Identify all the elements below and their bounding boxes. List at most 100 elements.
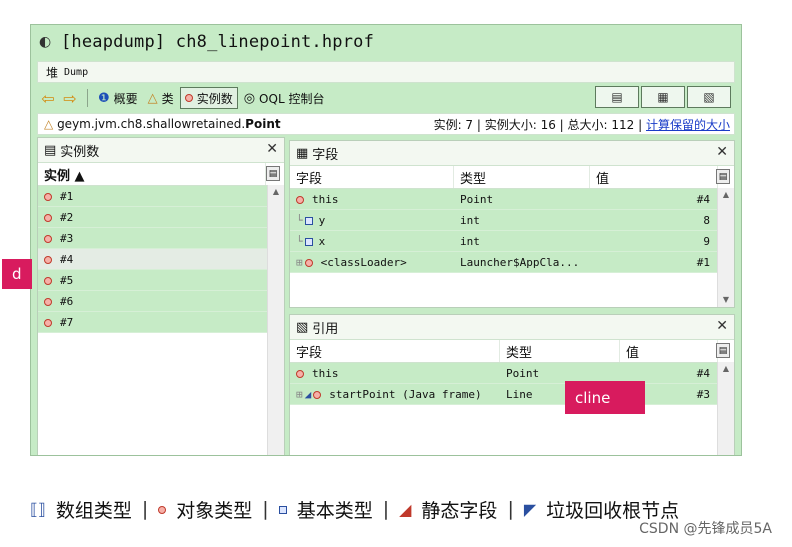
scroll-up-icon[interactable]: ▲: [718, 188, 734, 202]
back-arrow-icon[interactable]: ⇦: [37, 87, 59, 109]
instances-panel-icon: ▤: [44, 142, 57, 158]
legend-divider: |: [262, 498, 269, 520]
close-icon[interactable]: ✕: [716, 318, 728, 334]
type-column[interactable]: 类型: [500, 340, 620, 362]
instances-panel-header: ▤ 实例数 ✕: [38, 138, 284, 163]
fields-column-header: 字段 类型 值 ▤: [290, 166, 734, 189]
view-instances-icon[interactable]: ▤: [595, 86, 639, 108]
value-column[interactable]: 值: [590, 166, 718, 188]
gc-root-icon: ◢: [304, 387, 312, 401]
instance-row[interactable]: #5: [38, 270, 268, 291]
summary-label: 概要: [113, 91, 138, 106]
legend-divider: |: [141, 498, 149, 520]
references-list: this Point #4 ⊞ ◢ startPoint (Java frame) …: [290, 363, 718, 405]
instances-panel: ▤ 实例数 ✕ 实例 ▲ ▤ #1 #2 #3 #4 #5 #6 #7 ▲: [37, 137, 285, 455]
column-chooser-icon[interactable]: ▤: [716, 169, 730, 184]
fields-list: this Point #4 └ y int 8 └ x int 9 ⊞ <classL…: [290, 189, 718, 273]
instance-row[interactable]: #2: [38, 207, 268, 228]
fields-scrollbar[interactable]: ▲ ▼: [717, 188, 734, 307]
reference-row[interactable]: ⊞ ◢ startPoint (Java frame) Line #3: [290, 384, 718, 405]
legend-primitive: 基本类型: [278, 496, 373, 523]
instances-button[interactable]: 实例数: [179, 87, 238, 109]
field-column[interactable]: 字段: [290, 340, 500, 362]
field-row[interactable]: ⊞ <classLoader> Launcher$AppCla... #1: [290, 252, 718, 273]
classes-button[interactable]: △ 类: [144, 87, 178, 109]
scroll-up-icon[interactable]: ▲: [718, 362, 734, 376]
instances-list: #1 #2 #3 #4 #5 #6 #7: [38, 186, 268, 333]
field-row[interactable]: └ y int 8: [290, 210, 718, 231]
classes-label: 类: [161, 91, 174, 106]
value-column[interactable]: 值: [620, 340, 718, 362]
heap-label: 堆: [46, 65, 59, 80]
object-icon: [313, 390, 322, 399]
instance-icon: [184, 91, 193, 106]
legend-static-field: ◢ 静态字段: [399, 499, 498, 522]
primitive-icon: [304, 237, 313, 246]
fields-panel: ▦ 字段 ✕ 字段 类型 值 ▤ this Point #4 └ y int 8 …: [289, 140, 735, 308]
oql-console-button[interactable]: ◎ OQL 控制台: [240, 87, 329, 109]
expand-icon[interactable]: ⊞: [296, 388, 303, 401]
toolbar-divider: [87, 89, 88, 107]
primitive-icon: [304, 216, 313, 225]
legend-array: ⟦⟧ 数组类型: [30, 499, 132, 522]
instances-column-header[interactable]: 实例 ▲ ▤: [38, 163, 284, 186]
instance-column[interactable]: 实例 ▲: [38, 163, 266, 185]
legend-object: 对象类型: [158, 496, 252, 523]
object-icon: [44, 297, 52, 306]
instances-panel-title: 实例数: [60, 144, 100, 160]
class-info-bar: △ geym.jvm.ch8.shallowretained.Point 实例:…: [37, 113, 735, 135]
class-simple-name: Point: [245, 117, 281, 131]
type-column[interactable]: 类型: [454, 166, 590, 188]
class-package: geym.jvm.ch8.shallowretained.: [57, 117, 246, 131]
fields-panel-header: ▦ 字段 ✕: [290, 141, 734, 166]
view-fields-icon[interactable]: ▦: [641, 86, 685, 108]
field-row[interactable]: this Point #4: [290, 189, 718, 210]
column-chooser-icon[interactable]: ▤: [716, 343, 730, 358]
references-scrollbar[interactable]: ▲: [717, 362, 734, 455]
close-icon[interactable]: ✕: [266, 141, 278, 157]
title-bar: ◐ [heapdump] ch8_linepoint.hprof: [31, 25, 741, 59]
class-name: △ geym.jvm.ch8.shallowretained.Point: [44, 117, 281, 131]
scroll-down-icon[interactable]: ▼: [718, 293, 734, 307]
reference-row[interactable]: this Point #4: [290, 363, 718, 384]
object-icon: [44, 318, 52, 327]
instance-row-selected[interactable]: #4: [38, 249, 268, 270]
gc-root-icon: ◤: [523, 499, 537, 519]
object-icon: [296, 195, 304, 204]
static-field-icon: ◢: [399, 499, 412, 519]
references-panel-icon: ▧: [296, 319, 309, 335]
annotation-tag-d: d: [2, 259, 32, 289]
gc-root-object-icon: [304, 258, 313, 267]
view-references-icon[interactable]: ▧: [687, 86, 731, 108]
instance-row[interactable]: #3: [38, 228, 268, 249]
dump-label: Dump: [64, 66, 89, 78]
instance-row[interactable]: #6: [38, 291, 268, 312]
toolbar: ⇦ ⇨ ❶ 概要 △ 类 实例数 ◎ OQL 控制台 ▤ ▦ ▧: [37, 85, 735, 111]
compute-retained-link[interactable]: 计算保留的大小: [646, 118, 730, 132]
instances-label: 实例数: [196, 91, 233, 106]
references-panel-title: 引用: [312, 321, 339, 337]
field-column[interactable]: 字段: [290, 166, 454, 188]
forward-arrow-icon[interactable]: ⇨: [59, 87, 81, 109]
instances-scrollbar[interactable]: ▲: [267, 185, 284, 455]
scroll-up-icon[interactable]: ▲: [268, 185, 284, 199]
summary-button[interactable]: ❶ 概要: [94, 87, 142, 109]
object-icon: [296, 369, 304, 378]
primitive-icon: [278, 500, 287, 519]
instance-row[interactable]: #1: [38, 186, 268, 207]
object-icon: [44, 234, 52, 243]
close-icon[interactable]: ✕: [716, 144, 728, 160]
heap-tab-header: 堆 Dump: [37, 61, 735, 83]
oql-label: OQL 控制台: [259, 91, 325, 106]
field-row[interactable]: └ x int 9: [290, 231, 718, 252]
expand-icon[interactable]: ⊞: [296, 256, 303, 269]
column-chooser-icon[interactable]: ▤: [266, 166, 280, 181]
object-icon: [44, 213, 52, 222]
object-icon: [158, 500, 167, 519]
watermark: CSDN @先锋成员5A: [639, 521, 772, 537]
references-column-header: 字段 类型 值 ▤: [290, 340, 734, 363]
fields-panel-title: 字段: [312, 147, 339, 163]
class-stats: 实例: 7 | 实例大小: 16 | 总大小: 112 | 计算保留的大小: [434, 116, 730, 133]
instance-row[interactable]: #7: [38, 312, 268, 333]
info-icon: ❶: [98, 90, 110, 106]
